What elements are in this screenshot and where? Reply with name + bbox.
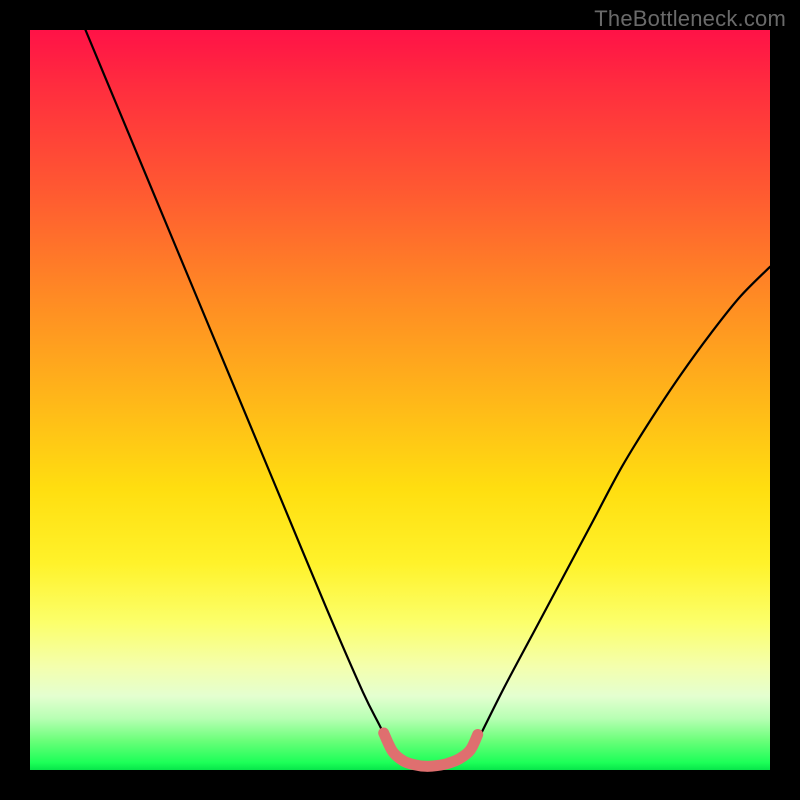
- curve-layer: [30, 30, 770, 770]
- plot-area: [30, 30, 770, 770]
- chart-frame: TheBottleneck.com: [0, 0, 800, 800]
- left-curve-path: [86, 30, 393, 755]
- watermark-text: TheBottleneck.com: [594, 6, 786, 32]
- trough-marker-path: [384, 733, 478, 766]
- right-curve-path: [470, 267, 770, 755]
